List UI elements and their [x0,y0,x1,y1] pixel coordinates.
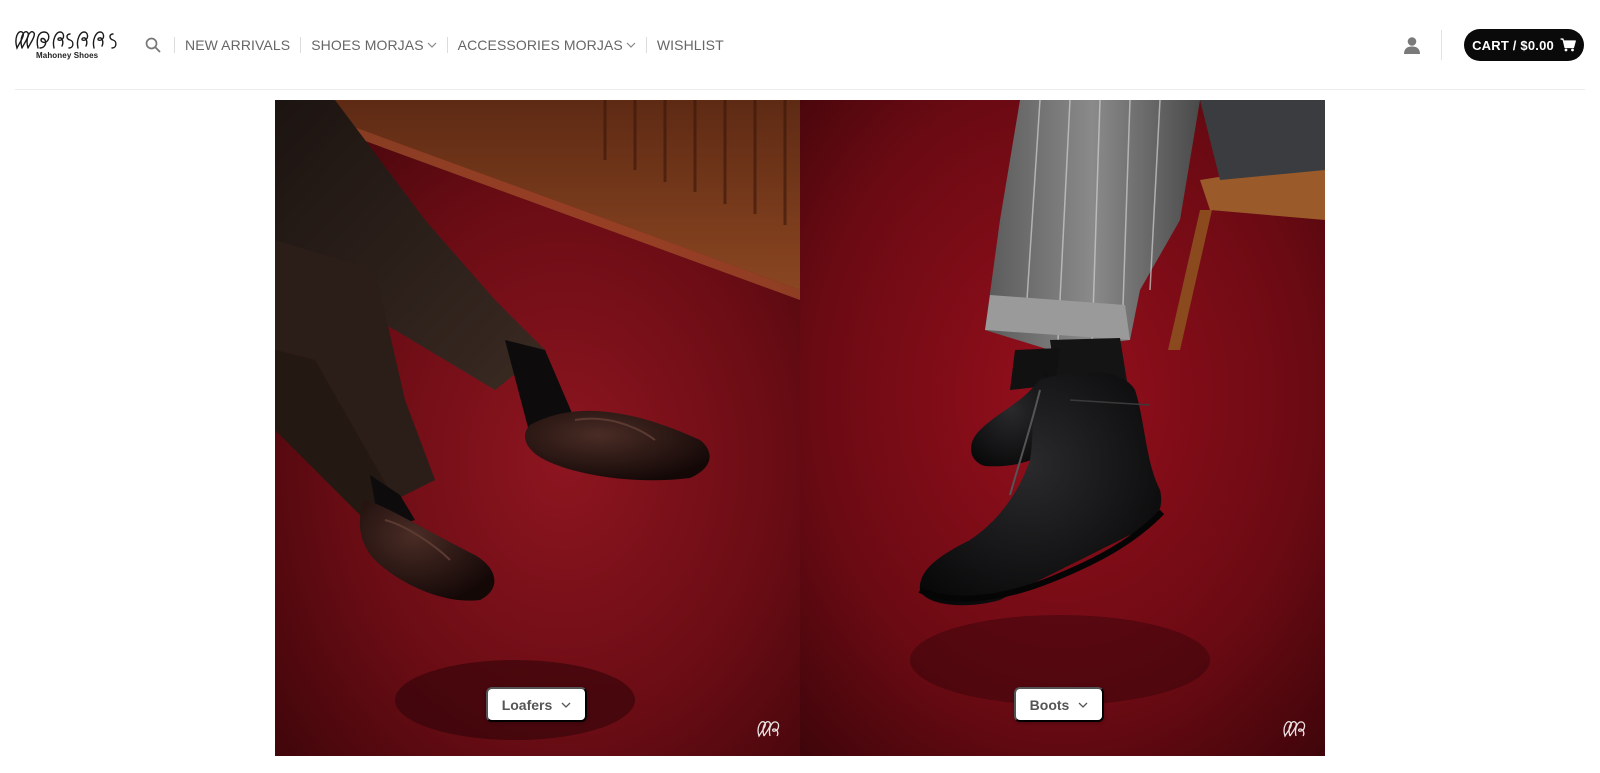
nav-item-label: NEW ARRIVALS [185,37,291,53]
morjas-wordmark-icon [15,31,117,50]
nav-divider [174,37,175,53]
cart-label: CART / $0.00 [1472,37,1554,53]
morjas-monogram-icon [1282,718,1308,740]
chevron-down-icon [626,41,636,49]
morjas-logo[interactable]: Mahoney Shoes [14,26,118,62]
site-header: Mahoney Shoes NEW ARRIVALS SHOES MORJAS … [0,0,1600,90]
search-icon[interactable] [142,34,164,56]
shopping-cart-icon [1560,38,1576,52]
nav-divider [300,37,302,53]
header-divider [1441,30,1442,60]
user-icon[interactable] [1402,35,1422,55]
nav-item-new-arrivals[interactable]: NEW ARRIVALS [185,37,290,53]
header-divider-line [15,89,1585,90]
category-label: Boots [1029,696,1070,713]
nav-item-accessories-morjas[interactable]: ACCESSORIES MORJAS [458,37,636,53]
nav-divider [645,37,647,53]
main-nav: NEW ARRIVALS SHOES MORJAS ACCESSORIES MO… [142,30,724,60]
chevron-down-icon [1078,701,1088,709]
nav-divider [446,37,448,53]
loafers-category-button[interactable]: Loafers [486,687,587,722]
nav-item-wishlist[interactable]: WISHLIST [657,37,724,53]
morjas-monogram-icon [756,718,782,740]
category-panel-loafers[interactable]: Loafers [275,100,800,756]
loafers-photo [275,100,800,756]
boots-photo [800,100,1325,756]
cart-button[interactable]: CART / $0.00 [1464,29,1584,61]
nav-item-label: ACCESSORIES MORJAS [457,37,623,53]
nav-item-label: SHOES MORJAS [311,37,424,53]
category-label: Loafers [501,696,553,713]
category-panel-boots[interactable]: Boots [800,100,1325,756]
chevron-down-icon [427,41,437,49]
boots-category-button[interactable]: Boots [1014,687,1104,722]
nav-item-shoes-morjas[interactable]: SHOES MORJAS [311,37,437,53]
chevron-down-icon [561,701,571,709]
category-hero: Loafers Boots [275,100,1325,756]
nav-item-label: WISHLIST [656,37,724,53]
logo-tagline: Mahoney Shoes [36,51,99,60]
